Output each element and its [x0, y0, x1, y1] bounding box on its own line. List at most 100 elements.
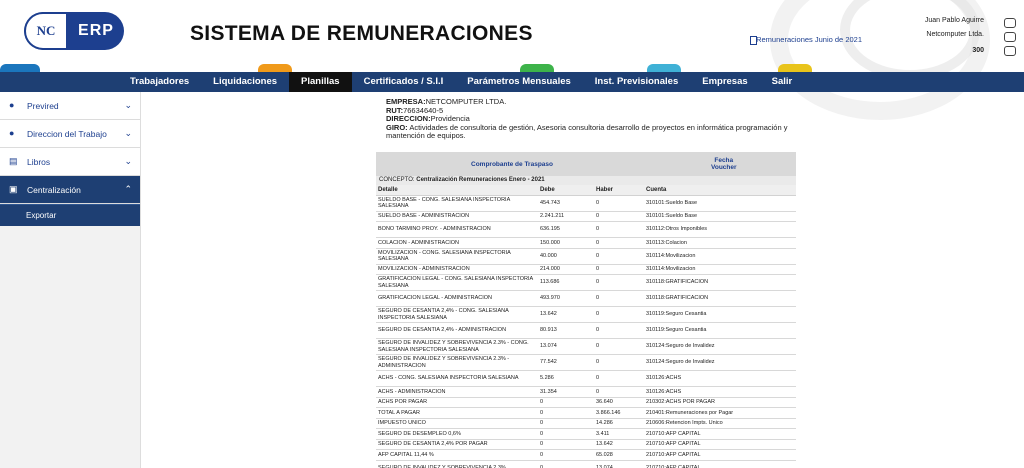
user-icon[interactable]	[1004, 18, 1016, 28]
cell-cuenta: 210710:AFP CAPITAL	[644, 460, 796, 468]
table-row: BONO TARMINO PROY. - ADMINISTRACION 636.1…	[376, 221, 796, 238]
sidebar-item-label: Direccion del Trabajo	[27, 129, 107, 139]
cell-haber: 3.411	[594, 428, 644, 440]
table-row: SEGURO DE CESANTIA 2,4% - ADMINISTRACION…	[376, 322, 796, 339]
cell-detalle: MOVILIZACION - ADMINISTRACION	[376, 264, 538, 275]
cell-debe: 493.970	[538, 290, 594, 307]
erp-logo[interactable]: NC ERP	[24, 12, 124, 50]
cell-haber: 36.640	[594, 397, 644, 408]
table-row: SEGURO DE INVALIDEZ Y SOBREVIVENCIA 2.3%…	[376, 354, 796, 371]
cell-haber: 0	[594, 221, 644, 238]
cell-detalle: SEGURO DE INVALIDEZ Y SOBREVIVENCIA 2.3%…	[376, 338, 538, 355]
cell-cuenta: 310101:Sueldo Base	[644, 211, 796, 222]
cell-haber: 14.286	[594, 418, 644, 429]
cell-detalle: ACHS - ADMINISTRACION	[376, 386, 538, 398]
cell-detalle: SUELDO BASE - CONG. SALESIANA INSPECTORI…	[376, 195, 538, 212]
cell-haber: 0	[594, 248, 644, 265]
main-navbar: Trabajadores Liquidaciones Planillas Cer…	[0, 72, 1024, 92]
cell-cuenta: 310126:ACHS	[644, 386, 796, 398]
cell-cuenta: 210401:Remuneraciones por Pagar	[644, 407, 796, 419]
cell-debe: 0	[538, 418, 594, 429]
cell-debe: 0	[538, 407, 594, 419]
voucher-panel: Comprobante de Traspaso Fecha Voucher CO…	[376, 152, 796, 468]
cell-haber: 13.642	[594, 439, 644, 450]
chevron-down-icon: ⌄	[124, 100, 132, 110]
nav-item-empresas[interactable]: Empresas	[690, 72, 759, 92]
table-row: MOVILIZACION - CONG. SALESIANA INSPECTOR…	[376, 248, 796, 265]
cell-debe: 77.542	[538, 354, 594, 371]
person-icon: ●	[9, 100, 15, 110]
nav-item-planillas[interactable]: Planillas	[289, 72, 352, 92]
cell-haber: 3.866.146	[594, 407, 644, 419]
table-row: SUELDO BASE - CONG. SALESIANA INSPECTORI…	[376, 195, 796, 212]
sidebar-item-libros[interactable]: ▤ Libros ⌄	[0, 148, 140, 176]
users-icon[interactable]	[1004, 32, 1016, 42]
cell-detalle: SEGURO DE INVALIDEZ Y SOBREVIVENCIA 2.3%…	[376, 354, 538, 371]
table-row: ACHS - ADMINISTRACION 31.354 0 310126:ACHS	[376, 386, 796, 398]
sidebar-subitem-exportar[interactable]: Exportar	[0, 204, 140, 226]
chevron-down-icon: ⌄	[124, 156, 132, 166]
period-link[interactable]: Remuneraciones Junio de 2021	[750, 35, 862, 45]
cell-debe: 13.642	[538, 306, 594, 323]
table-row: COLACION - ADMINISTRACION 150.000 0 310113:…	[376, 237, 796, 249]
page-title: SISTEMA DE REMUNERACIONES	[190, 22, 533, 45]
cell-haber: 0	[594, 211, 644, 222]
cell-cuenta: 210606:Retencion Impts. Unico	[644, 418, 796, 429]
nav-item-parametros-mensuales[interactable]: Parámetros Mensuales	[455, 72, 583, 92]
cell-haber: 0	[594, 237, 644, 249]
voucher-table-body: SUELDO BASE - CONG. SALESIANA INSPECTORI…	[376, 195, 796, 468]
cell-haber: 13.074	[594, 460, 644, 468]
color-tabs	[0, 64, 1024, 72]
sidebar-item-label: Previred	[27, 101, 59, 111]
table-row: AFP CAPITAL 11,44 % 0 65.028 210710:AFP CAP…	[376, 449, 796, 461]
cell-haber: 0	[594, 195, 644, 212]
table-row: ACHS - CONG. SALESIANA INSPECTORIA SALES…	[376, 370, 796, 387]
cell-cuenta: 210710:AFP CAPITAL	[644, 439, 796, 450]
color-tab-blue	[0, 64, 40, 72]
color-tab-orange	[258, 64, 292, 72]
voucher-table: Detalle Debe Haber Cuenta SUELDO BASE - …	[376, 185, 796, 468]
cell-cuenta: 210710:AFP CAPITAL	[644, 449, 796, 461]
header-actions	[1004, 18, 1018, 60]
nav-item-liquidaciones[interactable]: Liquidaciones	[201, 72, 289, 92]
cell-detalle: ACHS - CONG. SALESIANA INSPECTORIA SALES…	[376, 370, 538, 387]
cell-cuenta: 310114:Movilizacion	[644, 264, 796, 275]
cell-haber: 0	[594, 322, 644, 339]
settings-icon[interactable]	[1004, 46, 1016, 56]
nav-item-trabajadores[interactable]: Trabajadores	[118, 72, 201, 92]
chevron-down-icon: ⌄	[124, 128, 132, 138]
cell-debe: 5.286	[538, 370, 594, 387]
cell-haber: 0	[594, 264, 644, 275]
nav-item-salir[interactable]: Salir	[760, 72, 805, 92]
cell-detalle: GRATIFICACION LEGAL - CONG. SALESIANA IN…	[376, 274, 538, 291]
chevron-up-icon: ⌃	[124, 184, 132, 194]
sidebar-item-direccion-del-trabajo[interactable]: ● Direccion del Trabajo ⌄	[0, 120, 140, 148]
cell-debe: 31.354	[538, 386, 594, 398]
cell-detalle: SUELDO BASE - ADMINISTRACION	[376, 211, 538, 222]
concept-value: Centralización Remuneraciones Enero - 20…	[416, 177, 545, 183]
user-code: 300	[972, 47, 984, 54]
table-row: GRATIFICACION LEGAL - ADMINISTRACION 493.…	[376, 290, 796, 307]
cell-detalle: TOTAL A PAGAR	[376, 407, 538, 419]
cell-debe: 0	[538, 439, 594, 450]
sidebar-item-label: Centralización	[27, 185, 81, 195]
company-info: EMPRESA:NETCOMPUTER LTDA. RUT:76634640-5…	[386, 97, 806, 141]
cell-debe: 40.000	[538, 248, 594, 265]
table-header-row: Detalle Debe Haber Cuenta	[376, 185, 796, 196]
cell-cuenta: 310114:Movilizacion	[644, 248, 796, 265]
exchange-icon: ▣	[9, 184, 18, 194]
cell-detalle: BONO TARMINO PROY. - ADMINISTRACION	[376, 221, 538, 238]
sidebar-item-previred[interactable]: ● Previred ⌄	[0, 92, 140, 120]
sidebar-item-centralizacion[interactable]: ▣ Centralización ⌃	[0, 176, 140, 204]
cell-detalle: AFP CAPITAL 11,44 %	[376, 449, 538, 461]
cell-haber: 65.028	[594, 449, 644, 461]
cell-debe: 0	[538, 449, 594, 461]
cell-detalle: SEGURO DE CESANTIA 2,4% - ADMINISTRACION	[376, 322, 538, 339]
nav-item-certificados[interactable]: Certificados / S.I.I	[352, 72, 456, 92]
table-row: SEGURO DE INVALIDEZ Y SOBREVIVENCIA 2.3%…	[376, 338, 796, 355]
cell-cuenta: 310124:Seguro de Invalidez	[644, 338, 796, 355]
company-giro-line: GIRO: Actividades de consultoria de gest…	[386, 123, 806, 141]
nav-item-inst-previsionales[interactable]: Inst. Previsionales	[583, 72, 690, 92]
cell-debe: 150.000	[538, 237, 594, 249]
cell-cuenta: 310101:Sueldo Base	[644, 195, 796, 212]
